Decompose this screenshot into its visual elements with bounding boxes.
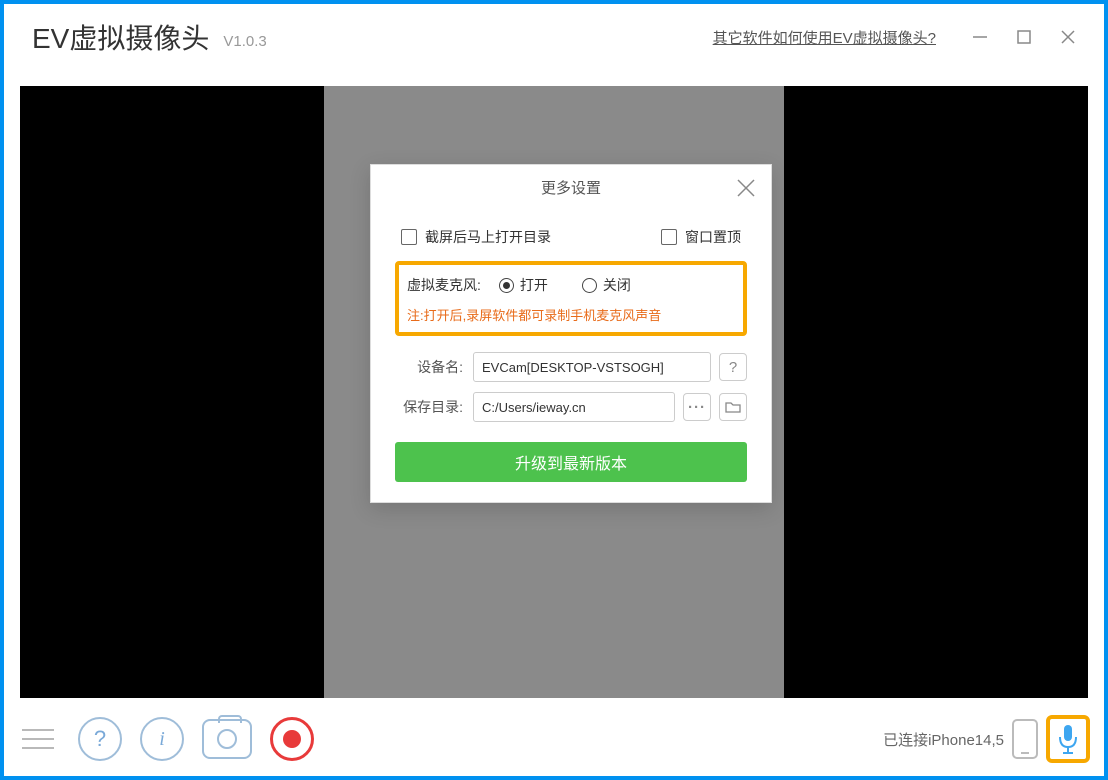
connection-status: 已连接iPhone14,5: [883, 729, 1004, 750]
screenshot-button[interactable]: [202, 719, 252, 759]
app-title: EV虚拟摄像头: [32, 17, 209, 57]
checkbox-open-dir[interactable]: 截屏后马上打开目录: [401, 227, 551, 247]
ellipsis-icon: ···: [688, 399, 706, 416]
info-icon: i: [159, 728, 165, 751]
radio-icon: [582, 278, 597, 293]
settings-dialog: 更多设置 截屏后马上打开目录 窗口置顶 虚拟麦克风:: [370, 164, 772, 503]
checkbox-topmost-label: 窗口置顶: [685, 227, 741, 247]
app-version: V1.0.3: [223, 33, 266, 50]
maximize-icon: [1015, 28, 1033, 46]
minimize-button[interactable]: [962, 19, 998, 55]
mic-label: 虚拟麦克风:: [407, 275, 481, 295]
checkbox-icon: [401, 229, 417, 245]
titlebar: EV虚拟摄像头 V1.0.3 其它软件如何使用EV虚拟摄像头?: [4, 4, 1104, 70]
menu-button[interactable]: [18, 719, 58, 759]
device-name-label: 设备名:: [395, 357, 463, 377]
device-name-input[interactable]: [473, 352, 711, 382]
preview-area: 更多设置 截屏后马上打开目录 窗口置顶 虚拟麦克风:: [20, 86, 1088, 698]
dialog-header: 更多设置: [371, 165, 771, 211]
radio-mic-off[interactable]: 关闭: [582, 275, 631, 295]
hamburger-icon: [22, 729, 54, 731]
upgrade-button[interactable]: 升级到最新版本: [395, 442, 747, 482]
radio-on-label: 打开: [520, 275, 548, 295]
dialog-title: 更多设置: [541, 177, 601, 198]
radio-mic-on[interactable]: 打开: [499, 275, 548, 295]
checkbox-topmost[interactable]: 窗口置顶: [661, 227, 741, 247]
checkbox-open-dir-label: 截屏后马上打开目录: [425, 227, 551, 247]
device-help-button[interactable]: ?: [719, 353, 747, 381]
help-link[interactable]: 其它软件如何使用EV虚拟摄像头?: [713, 27, 936, 48]
close-icon: [1059, 28, 1077, 46]
checkbox-icon: [661, 229, 677, 245]
bottombar: ? i 已连接iPhone14,5: [4, 702, 1104, 776]
close-icon: [733, 175, 759, 201]
folder-icon: [725, 400, 741, 414]
radio-off-label: 关闭: [603, 275, 631, 295]
browse-button[interactable]: ···: [683, 393, 711, 421]
help-button[interactable]: ?: [78, 717, 122, 761]
close-button[interactable]: [1050, 19, 1086, 55]
save-dir-label: 保存目录:: [395, 397, 463, 417]
open-folder-button[interactable]: [719, 393, 747, 421]
dialog-close-button[interactable]: [733, 175, 759, 201]
virtual-mic-section: 虚拟麦克风: 打开 关闭 注:打开后,录屏软件都可录制手机麦克风声音: [395, 261, 747, 336]
microphone-button[interactable]: [1046, 715, 1090, 763]
record-icon: [283, 730, 301, 748]
microphone-icon: [1056, 723, 1080, 755]
radio-icon: [499, 278, 514, 293]
save-dir-input[interactable]: [473, 392, 675, 422]
record-button[interactable]: [270, 717, 314, 761]
minimize-icon: [971, 28, 989, 46]
question-icon: ?: [729, 359, 737, 376]
phone-icon: [1012, 719, 1038, 759]
maximize-button[interactable]: [1006, 19, 1042, 55]
mic-note: 注:打开后,录屏软件都可录制手机麦克风声音: [407, 305, 735, 324]
question-icon: ?: [94, 726, 106, 752]
info-button[interactable]: i: [140, 717, 184, 761]
